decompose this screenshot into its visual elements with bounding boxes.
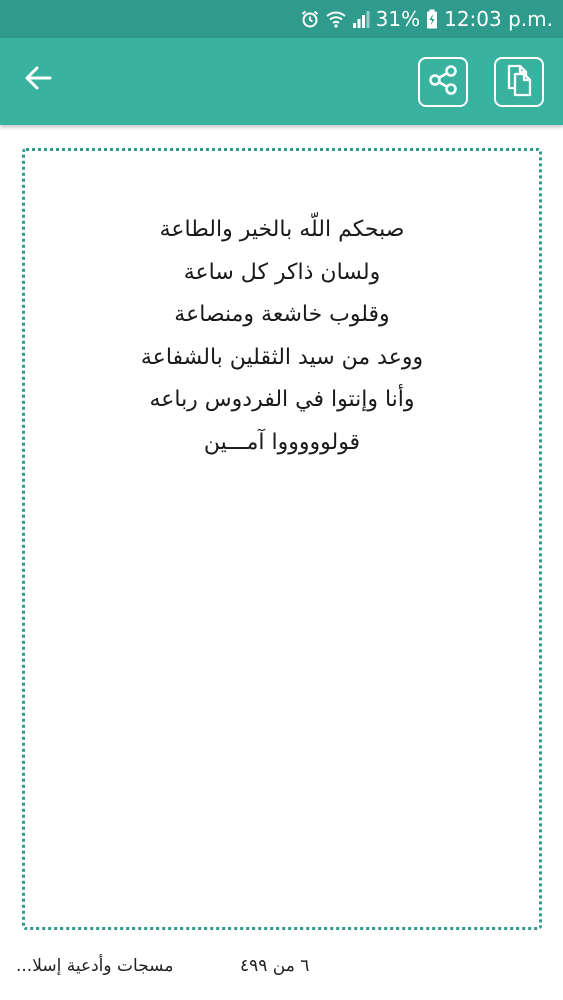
status-indicators: 31% 12:03 p.m. [300, 0, 553, 38]
arrow-left-icon [24, 66, 52, 94]
status-time: 12:03 p.m. [444, 7, 553, 31]
message-card: صبحكم اللّه بالخير والطاعة ولسان ذاكر كل… [22, 148, 542, 930]
message-line: قولوووووا آمـــين [203, 429, 361, 455]
app-toolbar [0, 38, 563, 125]
message-line: ووعد من سيد الثقلين بالشفاعة [140, 344, 424, 370]
message-counter: ٦ من ٤٩٩ [240, 956, 310, 976]
signal-icon [352, 10, 370, 28]
wifi-icon [326, 10, 346, 28]
battery-percentage: 31% [375, 7, 421, 31]
share-icon [426, 63, 460, 101]
message-line: صبحكم اللّه بالخير والطاعة [159, 217, 405, 242]
copy-icon [502, 62, 536, 102]
message-text: صبحكم اللّه بالخير والطاعة ولسان ذاكر كل… [25, 209, 539, 464]
status-bar: 31% 12:03 p.m. [0, 0, 563, 38]
category-title: مسجات وأدعية إسلا... [16, 956, 174, 976]
footer: مسجات وأدعية إسلا... ٦ من ٤٩٩ [0, 948, 563, 988]
back-button[interactable] [16, 58, 60, 102]
message-line: وأنا وإنتوا في الفردوس رباعه [149, 387, 415, 412]
message-line: وقلوب خاشعة ومنصاعة [174, 302, 390, 327]
alarm-icon [300, 9, 320, 29]
share-button[interactable] [418, 57, 468, 107]
battery-charging-icon [426, 9, 438, 29]
message-line: ولسان ذاكر كل ساعة [183, 259, 381, 285]
copy-button[interactable] [494, 57, 544, 107]
